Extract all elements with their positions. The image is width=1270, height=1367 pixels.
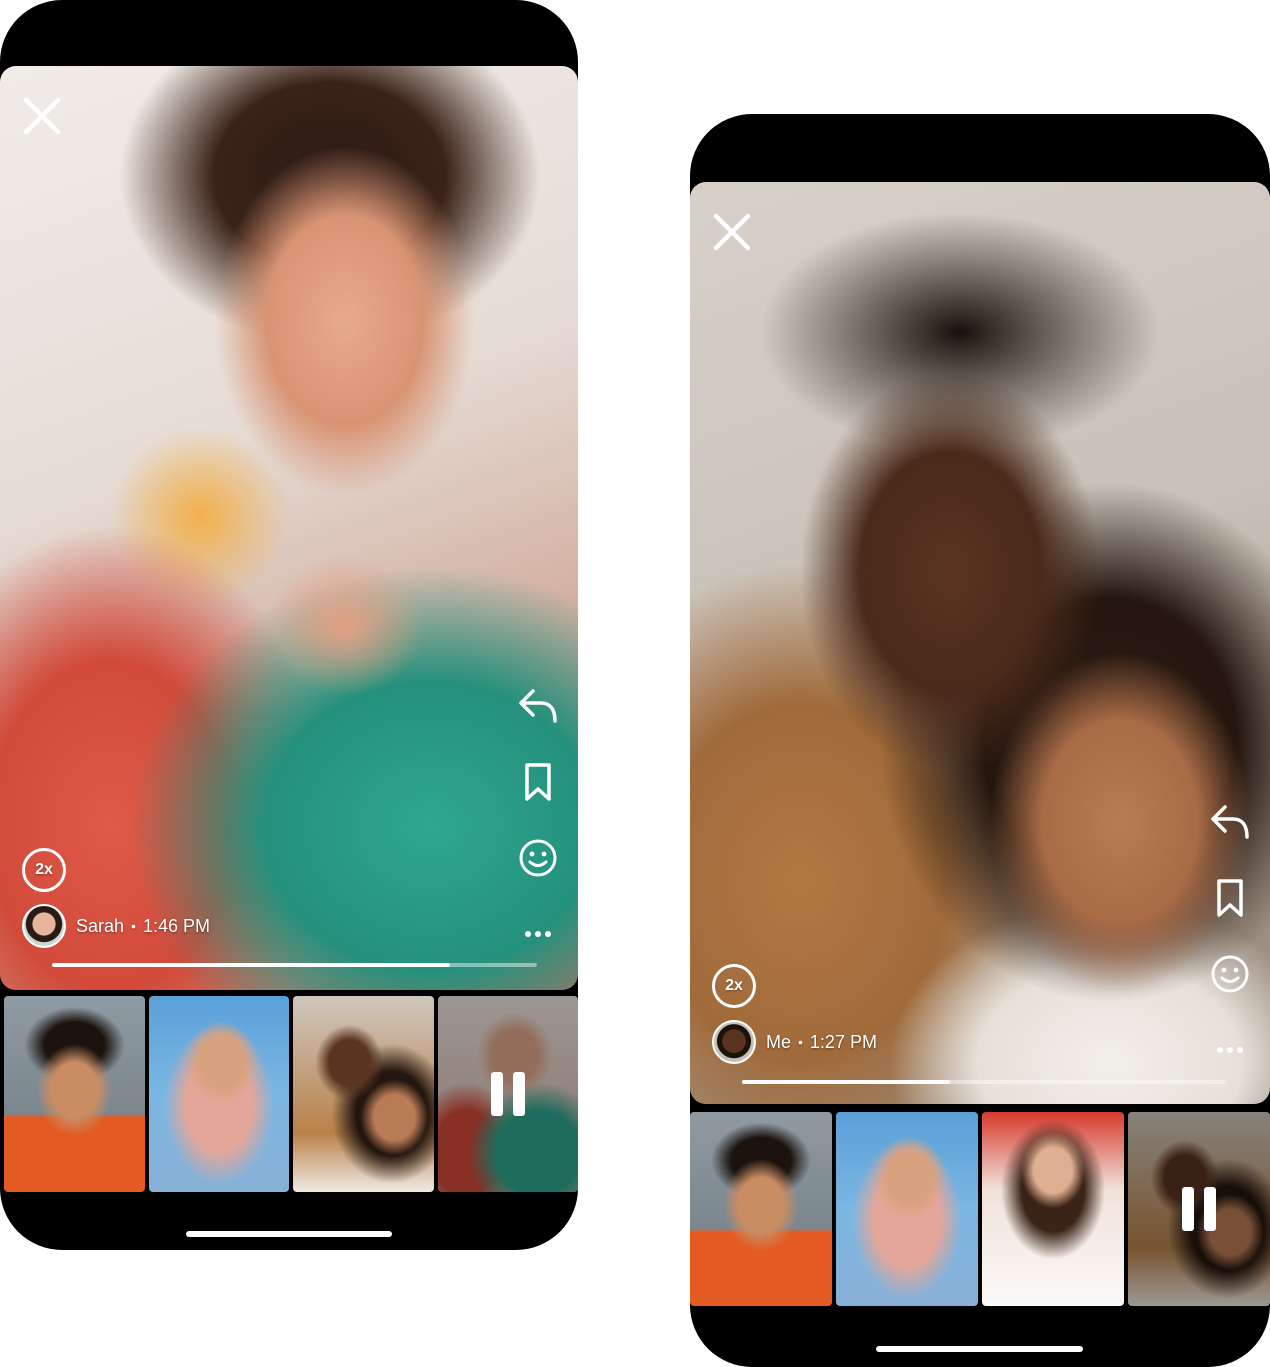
sender-info: Me • 1:27 PM — [712, 1020, 877, 1064]
smiley-icon[interactable] — [1208, 952, 1252, 996]
progress-fill — [52, 963, 450, 967]
avatar[interactable] — [22, 904, 66, 948]
close-icon[interactable] — [20, 94, 64, 138]
sender-name: Sarah — [76, 915, 125, 936]
playback-speed-button[interactable]: 2x — [22, 848, 66, 892]
thumb-man-curly-hair[interactable] — [4, 996, 145, 1192]
thumb-woman-long-hair[interactable] — [982, 1112, 1124, 1306]
separator: • — [798, 1034, 803, 1050]
more-icon[interactable] — [1208, 1028, 1252, 1072]
thumb-woman-headscarf[interactable] — [148, 996, 289, 1192]
phone-left: 2x Sarah • 1:46 PM — [0, 0, 578, 1250]
close-icon[interactable] — [710, 210, 754, 254]
thumbnail-strip — [4, 996, 578, 1192]
more-icon[interactable] — [516, 912, 560, 956]
phone-right: 2x Me • 1:27 PM — [690, 114, 1270, 1367]
video-player[interactable]: 2x Sarah • 1:46 PM — [0, 66, 578, 990]
video-frame-woman-green-sweater — [0, 66, 578, 990]
pause-icon[interactable] — [490, 1072, 525, 1116]
avatar[interactable] — [712, 1020, 756, 1064]
timestamp: 1:27 PM — [809, 1031, 877, 1052]
pause-icon[interactable] — [1182, 1187, 1216, 1231]
video-player[interactable]: 2x Me • 1:27 PM — [690, 182, 1270, 1104]
progress-bar[interactable] — [52, 963, 537, 967]
separator: • — [131, 918, 136, 934]
bookmark-icon[interactable] — [516, 760, 560, 804]
progress-bar[interactable] — [742, 1080, 1226, 1084]
bookmark-icon[interactable] — [1208, 876, 1252, 920]
thumb-father-daughter[interactable] — [1128, 1112, 1270, 1306]
playback-speed-button[interactable]: 2x — [712, 964, 756, 1008]
home-indicator — [876, 1346, 1083, 1352]
sender-name: Me — [766, 1031, 792, 1052]
video-frame-father-daughter — [690, 182, 1270, 1104]
thumb-woman-headscarf[interactable] — [836, 1112, 978, 1306]
side-actions — [516, 684, 560, 956]
reply-icon[interactable] — [516, 684, 560, 728]
reply-icon[interactable] — [1208, 800, 1252, 844]
sender-info: Sarah • 1:46 PM — [22, 904, 210, 948]
thumbnail-strip — [690, 1112, 1270, 1306]
thumb-man-curly-hair[interactable] — [690, 1112, 832, 1306]
timestamp: 1:46 PM — [142, 915, 210, 936]
thumb-father-daughter[interactable] — [293, 996, 434, 1192]
progress-fill — [742, 1080, 951, 1084]
smiley-icon[interactable] — [516, 836, 560, 880]
side-actions — [1208, 800, 1252, 1072]
home-indicator — [186, 1231, 392, 1237]
thumb-woman-green-sweater[interactable] — [437, 996, 578, 1192]
